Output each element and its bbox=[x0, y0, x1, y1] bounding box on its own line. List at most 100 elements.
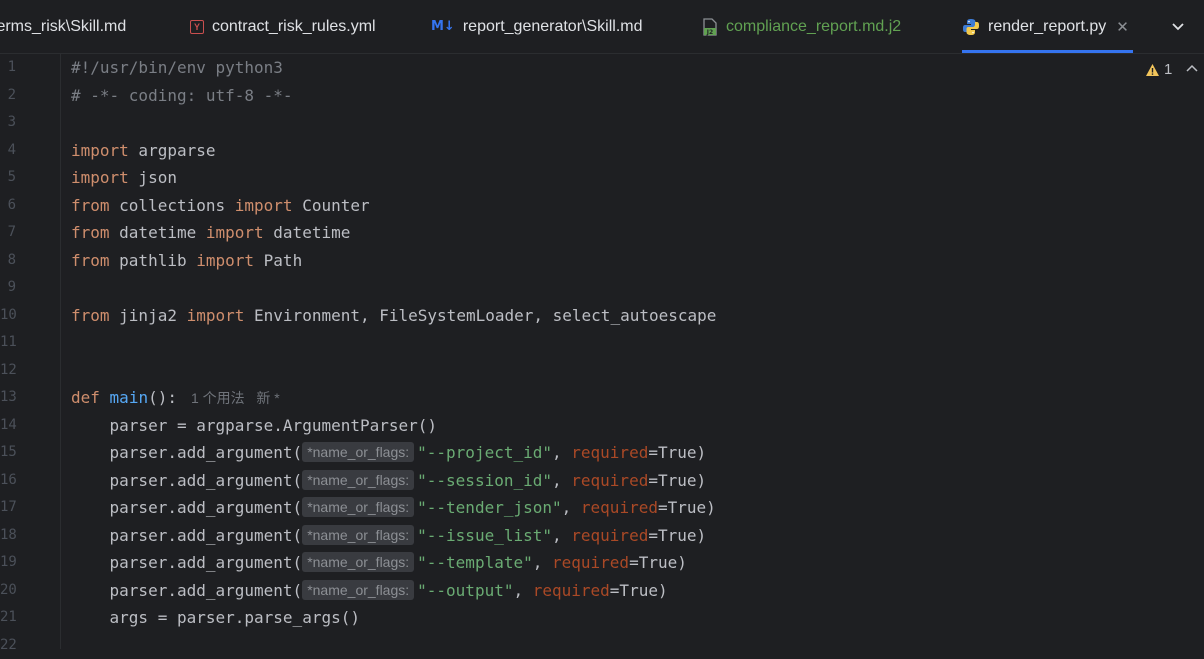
code-text: , bbox=[533, 553, 552, 572]
tab-report-generator-skill-md[interactable]: M↓ report_generator\Skill.md bbox=[431, 0, 642, 53]
keyword: import bbox=[196, 251, 254, 270]
code-text: (): bbox=[148, 388, 177, 407]
tab-contract-risk-rules-yml[interactable]: Y contract_risk_rules.yml bbox=[190, 0, 376, 53]
code-line-1: #!/usr/bin/env python3 bbox=[71, 54, 283, 82]
string-literal: "--session_id" bbox=[417, 471, 552, 490]
encoding-comment: # -*- coding: utf-8 -*- bbox=[71, 86, 293, 105]
tab-render-report-py[interactable]: render_report.py ✕ bbox=[962, 0, 1129, 53]
tab-label: report_generator\Skill.md bbox=[463, 18, 643, 36]
code-line-17: parser.add_argument(*name_or_flags:"--te… bbox=[71, 494, 716, 522]
line-number: 3 bbox=[0, 109, 16, 137]
code-text: argparse bbox=[129, 141, 216, 160]
tab-label: compliance_report.md.j2 bbox=[726, 18, 901, 36]
code-line-21: args = parser.parse_args() bbox=[71, 604, 360, 632]
code-text: , bbox=[552, 443, 571, 462]
keyword: import bbox=[71, 168, 129, 187]
line-number: 17 bbox=[0, 494, 16, 522]
code-line-4: import argparse bbox=[71, 137, 216, 165]
code-text: parser.add_argument( bbox=[71, 498, 302, 517]
line-number: 12 bbox=[0, 357, 16, 385]
chevron-up-icon[interactable] bbox=[1184, 61, 1200, 77]
line-number: 15 bbox=[0, 439, 16, 467]
code-text: =True) bbox=[648, 443, 706, 462]
code-line-15: parser.add_argument(*name_or_flags:"--pr… bbox=[71, 439, 706, 467]
code-line-7: from datetime import datetime bbox=[71, 219, 350, 247]
line-number: 20 bbox=[0, 577, 16, 605]
inspection-widget[interactable]: 1 bbox=[1145, 61, 1172, 78]
line-number: 9 bbox=[0, 274, 16, 302]
keyword: import bbox=[187, 306, 245, 325]
string-literal: "--issue_list" bbox=[417, 526, 552, 545]
line-number: 4 bbox=[0, 137, 16, 165]
named-arg: required bbox=[552, 553, 629, 572]
named-arg: required bbox=[571, 443, 648, 462]
keyword: import bbox=[71, 141, 129, 160]
code-text: parser.add_argument( bbox=[71, 581, 302, 600]
keyword: def bbox=[71, 388, 100, 407]
code-line-13: def main(): 1 个用法 新 * bbox=[71, 384, 280, 412]
parameter-hint: *name_or_flags: bbox=[302, 525, 414, 545]
code-text: Environment, FileSystemLoader, select_au… bbox=[244, 306, 716, 325]
line-number: 2 bbox=[0, 82, 16, 110]
close-tab-icon[interactable]: ✕ bbox=[1116, 18, 1129, 36]
code-text: parser.add_argument( bbox=[71, 526, 302, 545]
warning-count: 1 bbox=[1164, 61, 1172, 78]
code-text: =True) bbox=[648, 471, 706, 490]
code-text: parser.add_argument( bbox=[71, 553, 302, 572]
code-line-18: parser.add_argument(*name_or_flags:"--is… bbox=[71, 522, 706, 550]
code-text: datetime bbox=[110, 223, 206, 242]
line-number: 19 bbox=[0, 549, 16, 577]
warning-icon bbox=[1145, 63, 1160, 77]
code-text: json bbox=[129, 168, 177, 187]
named-arg: required bbox=[533, 581, 610, 600]
code-text: , bbox=[513, 581, 532, 600]
code-line-19: parser.add_argument(*name_or_flags:"--te… bbox=[71, 549, 687, 577]
code-text: =True) bbox=[648, 526, 706, 545]
function-name: main bbox=[110, 388, 149, 407]
line-number: 14 bbox=[0, 412, 16, 440]
code-line-5: import json bbox=[71, 164, 177, 192]
line-number: 13 bbox=[0, 384, 16, 412]
named-arg: required bbox=[581, 498, 658, 517]
line-number: 11 bbox=[0, 329, 16, 357]
line-number: 18 bbox=[0, 522, 16, 550]
tab-compliance-report-md-j2[interactable]: J2 compliance_report.md.j2 bbox=[702, 0, 901, 53]
keyword: from bbox=[71, 251, 110, 270]
parameter-hint: *name_or_flags: bbox=[302, 552, 414, 572]
tab-label: terms_risk\Skill.md bbox=[0, 18, 126, 36]
parameter-hint: *name_or_flags: bbox=[302, 470, 414, 490]
code-text: datetime bbox=[264, 223, 351, 242]
line-number: 10 bbox=[0, 302, 16, 330]
line-number: 1 bbox=[0, 54, 16, 82]
tab-terms-risk-skill-md[interactable]: terms_risk\Skill.md bbox=[0, 0, 126, 53]
code-text: =True) bbox=[629, 553, 687, 572]
string-literal: "--template" bbox=[417, 553, 533, 572]
named-arg: required bbox=[571, 471, 648, 490]
code-line-14: parser = argparse.ArgumentParser() bbox=[71, 412, 437, 440]
keyword: import bbox=[235, 196, 293, 215]
line-number: 5 bbox=[0, 164, 16, 192]
chevron-down-icon[interactable] bbox=[1166, 14, 1190, 38]
line-number: 21 bbox=[0, 604, 16, 632]
line-number: 8 bbox=[0, 247, 16, 275]
code-line-20: parser.add_argument(*name_or_flags:"--ou… bbox=[71, 577, 668, 605]
code-text: parser = argparse.ArgumentParser() bbox=[71, 416, 437, 435]
keyword: from bbox=[71, 196, 110, 215]
line-number: 16 bbox=[0, 467, 16, 495]
code-text: =True) bbox=[658, 498, 716, 517]
keyword: from bbox=[71, 306, 110, 325]
markdown-icon: M↓ bbox=[431, 19, 455, 34]
parameter-hint: *name_or_flags: bbox=[302, 442, 414, 462]
code-line-2: # -*- coding: utf-8 -*- bbox=[71, 82, 293, 110]
line-number: 6 bbox=[0, 192, 16, 220]
shebang-comment: #!/usr/bin/env python3 bbox=[71, 58, 283, 77]
code-text: pathlib bbox=[110, 251, 197, 270]
svg-text:J2: J2 bbox=[706, 29, 713, 36]
string-literal: "--output" bbox=[417, 581, 513, 600]
code-line-6: from collections import Counter bbox=[71, 192, 370, 220]
code-text: , bbox=[552, 471, 571, 490]
line-number-gutter: 1 2 3 4 5 6 7 8 9 10 11 12 13 14 15 16 1… bbox=[0, 54, 61, 649]
usage-inlay-hint[interactable]: 1 个用法 新 * bbox=[191, 390, 280, 406]
editor-tab-bar: terms_risk\Skill.md Y contract_risk_rule… bbox=[0, 0, 1204, 54]
python-icon bbox=[962, 18, 980, 36]
